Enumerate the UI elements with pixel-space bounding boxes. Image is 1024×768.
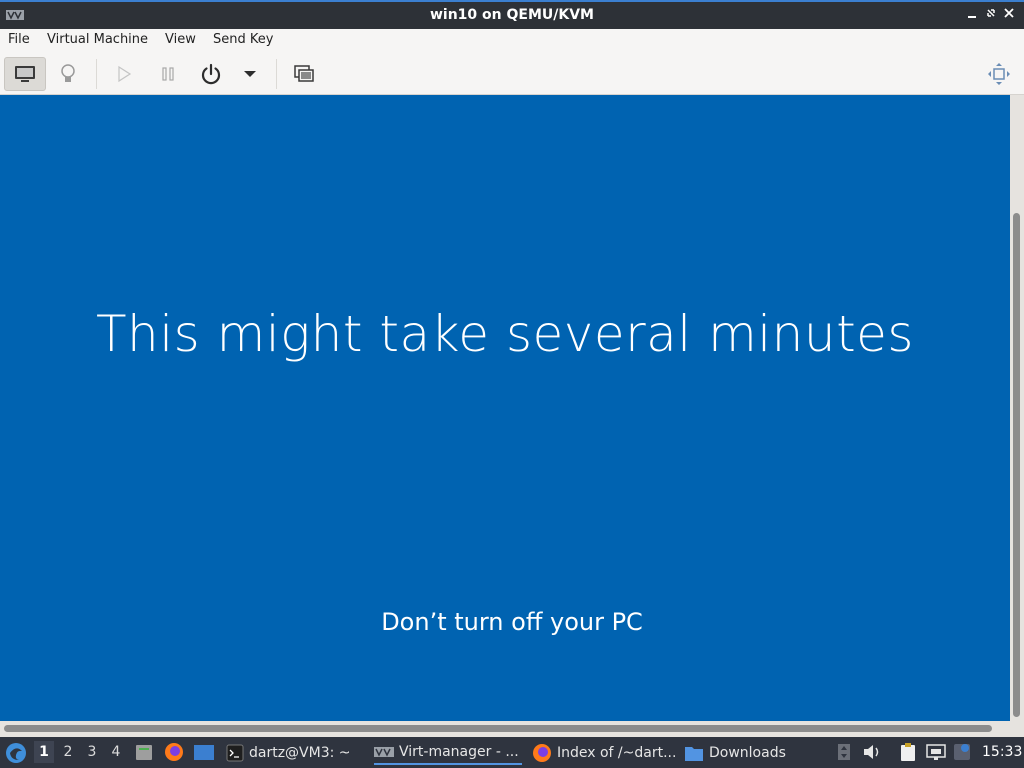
tray-updates[interactable] (952, 742, 972, 762)
firefox-icon (165, 743, 183, 761)
snapshots-icon (294, 65, 314, 82)
run-play-icon (118, 65, 132, 83)
pause-icon (162, 67, 174, 81)
task-label: Downloads (709, 745, 786, 761)
virt-manager-icon (374, 747, 394, 757)
task-label: Index of /~dart... (557, 745, 677, 761)
vertical-scrollbar[interactable] (1010, 95, 1024, 721)
minimize-icon (968, 16, 976, 18)
toolbar (0, 53, 1024, 95)
pause-button[interactable] (154, 57, 182, 91)
tray-scroll[interactable] (834, 742, 854, 762)
tray-clipboard[interactable] (898, 742, 918, 762)
fullscreen-button[interactable] (984, 57, 1014, 91)
maximize-button[interactable] (983, 7, 999, 23)
update-message: This might take several minutes (96, 305, 914, 363)
close-button[interactable] (1001, 7, 1017, 23)
close-icon (1004, 8, 1014, 18)
shutdown-button[interactable] (196, 57, 226, 91)
distro-logo-icon (6, 743, 26, 763)
task-label: Virt-manager - ... (399, 744, 519, 760)
workspace-2[interactable]: 2 (58, 744, 78, 760)
toolbar-separator (276, 59, 277, 89)
file-manager-icon (136, 745, 152, 760)
window-title: win10 on QEMU/KVM (429, 7, 594, 23)
firefox-icon (533, 744, 551, 762)
fullscreen-icon (988, 63, 1010, 85)
launcher-files[interactable] (134, 742, 154, 762)
details-button[interactable] (52, 57, 84, 91)
launcher-desktop[interactable] (193, 742, 215, 762)
run-button[interactable] (110, 57, 138, 91)
tray-arrows-icon (838, 744, 850, 760)
minimize-button[interactable] (964, 7, 980, 23)
terminal-icon (226, 744, 244, 762)
chevron-down-icon (244, 71, 256, 77)
update-submessage: Don’t turn off your PC (381, 608, 643, 636)
updates-icon (954, 744, 970, 760)
workspace-3[interactable]: 3 (82, 744, 102, 760)
horizontal-scrollbar[interactable] (0, 721, 1024, 737)
volume-icon (864, 745, 879, 759)
shutdown-menu-button[interactable] (238, 57, 262, 91)
details-lightbulb-icon (61, 64, 75, 82)
task-label: dartz@VM3: ~ (249, 745, 351, 761)
taskbar: 1 2 3 4 dartz@VM3: ~ Virt-manager - ... (0, 737, 1024, 768)
menu-virtual-machine[interactable]: Virtual Machine (47, 32, 148, 47)
clipboard-icon (901, 743, 915, 761)
toolbar-separator (96, 59, 97, 89)
power-icon (201, 63, 221, 85)
menu-send-key[interactable]: Send Key (213, 32, 273, 47)
show-desktop-icon (194, 745, 214, 760)
clock[interactable]: 15:33 (982, 744, 1022, 760)
launcher-firefox[interactable] (164, 742, 184, 762)
window-titlebar[interactable]: win10 on QEMU/KVM (0, 0, 1024, 29)
console-button[interactable] (4, 57, 46, 91)
workspace-1[interactable]: 1 (34, 741, 54, 763)
folder-icon (685, 747, 703, 761)
task-terminal[interactable]: dartz@VM3: ~ (226, 741, 366, 765)
task-firefox[interactable]: Index of /~dart... (532, 741, 677, 765)
menu-view[interactable]: View (165, 32, 196, 47)
tray-network[interactable] (926, 742, 946, 762)
maximize-icon (987, 9, 995, 17)
task-virt-manager[interactable]: Virt-manager - ... (374, 741, 522, 765)
start-menu-button[interactable] (4, 741, 28, 765)
task-downloads[interactable]: Downloads (684, 741, 814, 765)
vm-console-display[interactable]: This might take several minutes Don’t tu… (0, 95, 1010, 721)
console-icon (15, 66, 35, 82)
snapshots-button[interactable] (290, 57, 318, 91)
vertical-scrollbar-thumb[interactable] (1013, 213, 1020, 717)
horizontal-scrollbar-thumb[interactable] (4, 725, 992, 732)
menubar: File Virtual Machine View Send Key (0, 29, 1024, 53)
menu-file[interactable]: File (8, 32, 30, 47)
network-icon (926, 744, 946, 760)
tray-volume[interactable] (862, 742, 882, 762)
workspace-4[interactable]: 4 (106, 744, 126, 760)
